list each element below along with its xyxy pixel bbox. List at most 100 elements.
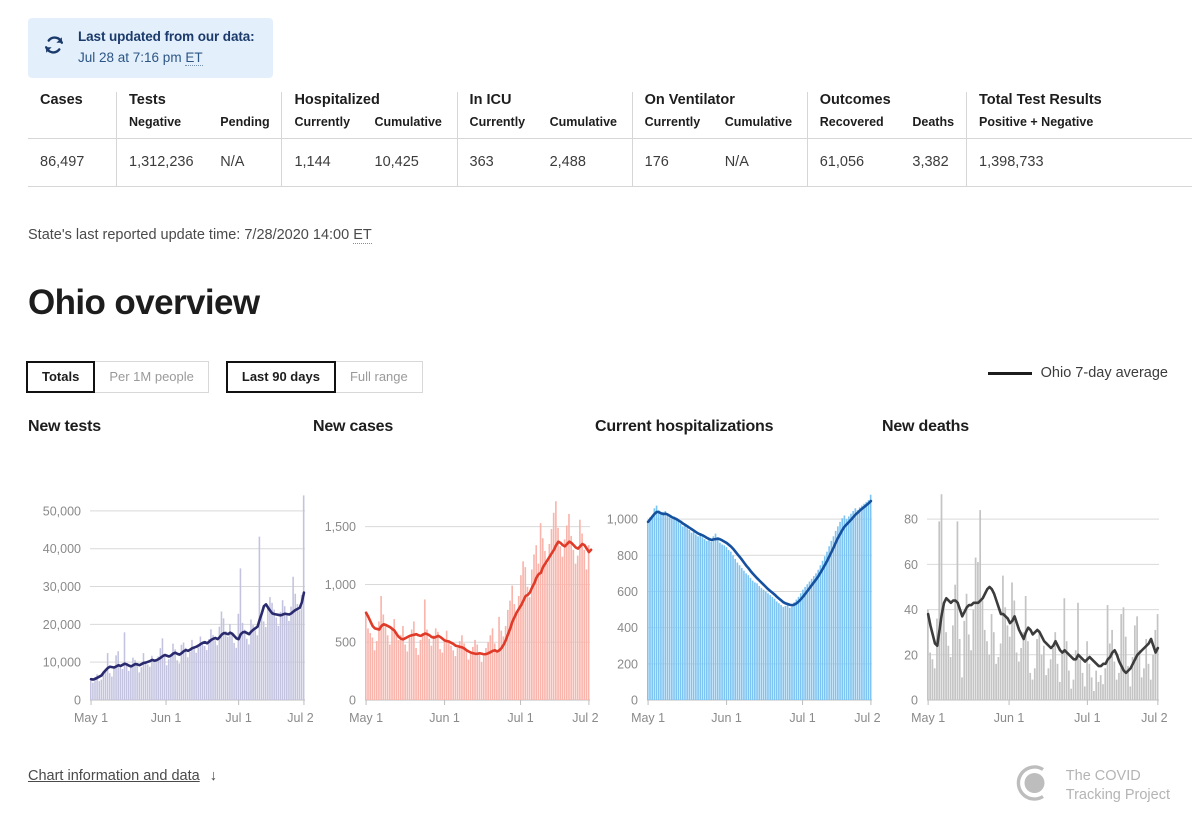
svg-text:Jun 1: Jun 1 bbox=[429, 711, 460, 725]
subcol-icu-cumulative: Cumulative bbox=[537, 115, 633, 139]
chart-title: Current hospitalizations bbox=[595, 418, 774, 435]
subcol-icu-currently: Currently bbox=[456, 115, 538, 139]
col-group-tests: Tests bbox=[115, 92, 282, 115]
svg-text:20,000: 20,000 bbox=[43, 618, 81, 632]
legend-label: Ohio 7-day average bbox=[1040, 365, 1168, 381]
subcol-total-positive-negative: Positive + Negative bbox=[966, 115, 1192, 139]
svg-text:200: 200 bbox=[617, 657, 638, 671]
chart-new-tests[interactable]: New tests 0 10,000 20,000 30,000 40,000 50,00… bbox=[28, 412, 313, 742]
subcol-outcomes-deaths: Deaths bbox=[900, 115, 967, 139]
svg-text:Jun 1: Jun 1 bbox=[994, 711, 1025, 725]
col-group-in-icu: In ICU bbox=[456, 92, 633, 115]
banner-title: Last updated from our data: bbox=[78, 29, 255, 44]
toggle-group-range: Last 90 days Full range bbox=[225, 361, 423, 393]
svg-text:0: 0 bbox=[631, 694, 638, 708]
table-group-header-row: Cases Tests Hospitalized In ICU On Venti… bbox=[28, 92, 1192, 115]
chart-svg: 0 200 400 600 800 1,000 May 1 Jun 1 Jul 1 Jul 28 bbox=[607, 494, 880, 725]
svg-text:Jul 1: Jul 1 bbox=[789, 711, 815, 725]
subcol-vent-cumulative: Cumulative bbox=[712, 115, 808, 139]
value-total-test-results: 1,398,733 bbox=[966, 138, 1192, 187]
svg-text:600: 600 bbox=[617, 585, 638, 599]
col-group-hospitalized: Hospitalized bbox=[281, 92, 458, 115]
value-icu-cumulative: 2,488 bbox=[537, 138, 633, 187]
svg-text:May 1: May 1 bbox=[74, 711, 108, 725]
logo-text: The COVID Tracking Project bbox=[1066, 767, 1170, 804]
col-group-on-ventilator: On Ventilator bbox=[631, 92, 808, 115]
value-hosp-currently: 1,144 bbox=[281, 138, 363, 187]
value-outcomes-deaths: 3,382 bbox=[900, 138, 967, 187]
page-title: Ohio overview bbox=[28, 283, 260, 322]
svg-text:0: 0 bbox=[74, 694, 81, 708]
subcol-hosp-currently: Currently bbox=[281, 115, 363, 139]
svg-text:May 1: May 1 bbox=[349, 711, 383, 725]
chart-new-cases[interactable]: New cases 0 500 1,000 1,500 May 1 Jun 1 Jul 1J… bbox=[313, 412, 598, 742]
state-last-reported-update: State's last reported update time: 7/28/… bbox=[28, 227, 372, 244]
toggle-group-units: Totals Per 1M people bbox=[26, 361, 209, 393]
svg-text:1,000: 1,000 bbox=[325, 578, 356, 592]
svg-text:30,000: 30,000 bbox=[43, 580, 81, 594]
svg-text:Jul 1: Jul 1 bbox=[507, 711, 533, 725]
svg-text:Jul 28: Jul 28 bbox=[1141, 711, 1167, 725]
chart-svg: 0 10,000 20,000 30,000 40,000 50,000 May 1 Jun … bbox=[43, 495, 313, 725]
banner-timezone: ET bbox=[185, 50, 203, 67]
chart-controls: Totals Per 1M people Last 90 days Full r… bbox=[26, 361, 423, 393]
svg-text:0: 0 bbox=[349, 694, 356, 708]
toggle-full-range[interactable]: Full range bbox=[335, 361, 423, 393]
chart-new-deaths[interactable]: New deaths 0 20 40 60 80 May 1 Jun 1 Jul 1 Jul 2… bbox=[882, 412, 1167, 742]
toggle-totals[interactable]: Totals bbox=[26, 361, 96, 393]
toggle-last-90-days[interactable]: Last 90 days bbox=[225, 361, 336, 393]
state-update-timezone: ET bbox=[353, 227, 372, 244]
table-row: 86,497 1,312,236 N/A 1,144 10,425 363 2,… bbox=[28, 138, 1192, 187]
value-hosp-cumulative: 10,425 bbox=[362, 138, 458, 187]
svg-text:May 1: May 1 bbox=[911, 711, 945, 725]
chart-info-label: Chart information and data bbox=[28, 768, 200, 784]
svg-text:Jul 28: Jul 28 bbox=[854, 711, 880, 725]
value-tests-negative: 1,312,236 bbox=[116, 138, 209, 187]
download-arrow-icon: ↓ bbox=[209, 768, 217, 784]
svg-text:May 1: May 1 bbox=[631, 711, 665, 725]
svg-text:Jun 1: Jun 1 bbox=[711, 711, 742, 725]
chart-legend: Ohio 7-day average bbox=[987, 365, 1168, 381]
banner-timestamp: Jul 28 at 7:16 pm bbox=[78, 50, 186, 66]
value-outcomes-recovered: 61,056 bbox=[806, 138, 901, 187]
svg-text:1,500: 1,500 bbox=[325, 520, 356, 534]
state-statistics-table: Cases Tests Hospitalized In ICU On Venti… bbox=[28, 92, 1192, 187]
refresh-icon bbox=[43, 34, 65, 61]
svg-text:20: 20 bbox=[904, 648, 918, 662]
value-vent-currently: 176 bbox=[631, 138, 713, 187]
logo-line-2: Tracking Project bbox=[1065, 786, 1170, 803]
svg-text:800: 800 bbox=[617, 549, 638, 563]
chart-svg: 05001,0001,500May 1Jun 1Jul 1Jul 28 bbox=[325, 501, 598, 725]
value-icu-currently: 363 bbox=[456, 138, 538, 187]
toggle-per-1m-people[interactable]: Per 1M people bbox=[95, 361, 209, 393]
col-group-cases: Cases bbox=[40, 92, 83, 108]
table-subheader-row: Negative Pending Currently Cumulative Cu… bbox=[28, 115, 1192, 139]
value-cases: 86,497 bbox=[28, 138, 117, 187]
last-updated-banner: Last updated from our data: Jul 28 at 7:… bbox=[28, 18, 273, 79]
logo-mark-icon bbox=[1013, 762, 1055, 809]
col-group-total-test-results: Total Test Results bbox=[966, 92, 1192, 115]
svg-text:Jul 28: Jul 28 bbox=[287, 711, 313, 725]
svg-text:60: 60 bbox=[904, 558, 918, 572]
svg-text:10,000: 10,000 bbox=[43, 656, 81, 670]
subcol-vent-currently: Currently bbox=[631, 115, 713, 139]
svg-text:500: 500 bbox=[335, 636, 356, 650]
svg-text:Jul 1: Jul 1 bbox=[225, 711, 251, 725]
svg-text:80: 80 bbox=[904, 513, 918, 527]
chart-title: New tests bbox=[28, 418, 101, 435]
chart-current-hospitalizations[interactable]: Current hospitalizations 0 200 400 600 800 1,… bbox=[595, 412, 880, 742]
value-vent-cumulative: N/A bbox=[712, 138, 808, 187]
subcol-cases-blank bbox=[28, 115, 117, 139]
chart-svg: 0 20 40 60 80 May 1 Jun 1 Jul 1 Jul 28 bbox=[904, 494, 1167, 725]
value-tests-pending: N/A bbox=[208, 138, 282, 187]
subcol-tests-negative: Negative bbox=[116, 115, 209, 139]
state-update-text: State's last reported update time: 7/28/… bbox=[28, 227, 354, 243]
svg-text:400: 400 bbox=[617, 621, 638, 635]
svg-text:1,000: 1,000 bbox=[607, 513, 638, 527]
subcol-outcomes-recovered: Recovered bbox=[806, 115, 901, 139]
chart-information-and-data-link[interactable]: Chart information and data ↓ bbox=[28, 768, 217, 784]
svg-text:50,000: 50,000 bbox=[43, 504, 81, 518]
legend-line-swatch bbox=[987, 371, 1032, 375]
charts-container: New tests 0 10,000 20,000 30,000 40,000 50,00… bbox=[0, 412, 1192, 742]
chart-title: New deaths bbox=[882, 418, 969, 435]
